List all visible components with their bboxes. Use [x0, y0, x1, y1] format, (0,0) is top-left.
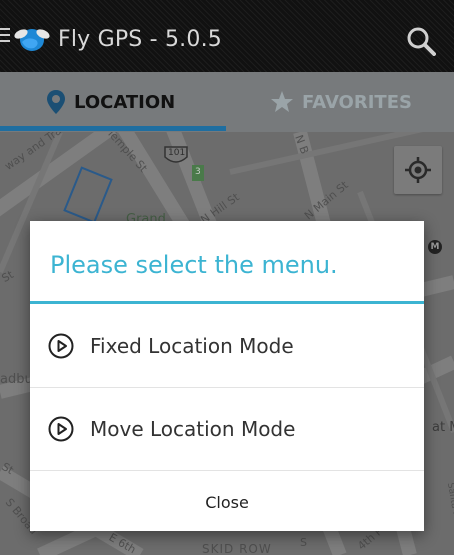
fixed-location-mode-label: Fixed Location Mode [90, 334, 294, 358]
menu-icon[interactable] [0, 28, 10, 44]
play-circle-icon [48, 416, 74, 442]
star-icon [271, 91, 293, 112]
map-label: S [300, 536, 307, 549]
tab-location[interactable]: LOCATION [46, 72, 175, 132]
app-title: Fly GPS - 5.0.5 [58, 27, 222, 52]
close-button[interactable]: Close [30, 473, 424, 531]
dialog-title: Please select the menu. [50, 251, 338, 279]
highway-shield-label: 101 [168, 148, 186, 158]
map-label: SKID ROW [202, 542, 272, 555]
tab-location-label: LOCATION [74, 91, 176, 113]
move-location-mode-label: Move Location Mode [90, 417, 296, 441]
location-pin-icon [47, 90, 65, 114]
fly-gps-logo-icon [14, 29, 50, 51]
app-bar: Fly GPS - 5.0.5 [0, 0, 454, 72]
select-menu-dialog: Please select the menu. Fixed Location M… [30, 221, 424, 531]
move-location-mode-option[interactable]: Move Location Mode [30, 388, 424, 471]
play-circle-icon [48, 333, 74, 359]
my-location-button[interactable] [394, 146, 442, 194]
tab-bar: LOCATION FAVORITES [0, 72, 454, 132]
tab-favorites[interactable]: FAVORITES [270, 72, 412, 132]
tab-indicator [0, 126, 226, 131]
crosshair-icon [405, 157, 431, 183]
route-badge-label: 3 [195, 167, 201, 177]
map-label: adbu [0, 372, 33, 387]
fixed-location-mode-option[interactable]: Fixed Location Mode [30, 305, 424, 388]
map-label: at M [432, 420, 454, 435]
tab-favorites-label: FAVORITES [302, 91, 412, 113]
search-icon[interactable] [406, 26, 436, 56]
dialog-divider [30, 301, 424, 304]
metro-badge: M [428, 240, 442, 254]
